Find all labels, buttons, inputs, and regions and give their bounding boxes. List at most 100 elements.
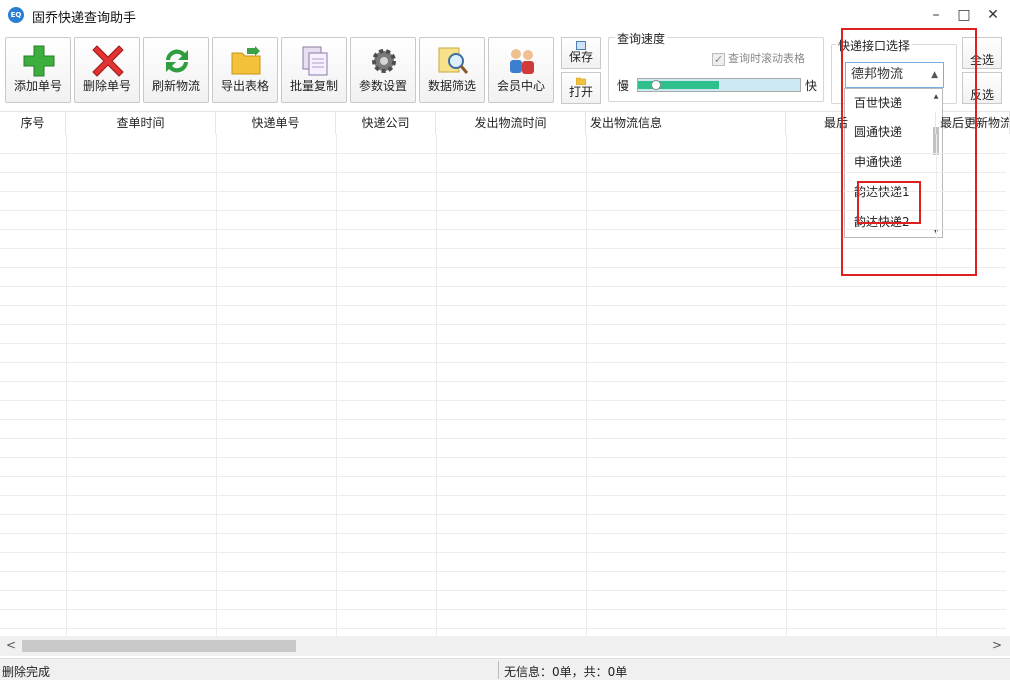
delete-number-button[interactable]: 删除单号: [74, 37, 140, 103]
folder-export-icon: [231, 46, 261, 75]
courier-api-selected-value: 德邦物流: [851, 67, 904, 82]
table-row: [0, 514, 1006, 515]
column-divider: [336, 134, 337, 636]
data-filter-label: 数据筛选: [427, 79, 476, 93]
refresh-logistics-label: 刷新物流: [151, 79, 200, 93]
member-center-label: 会员中心: [496, 79, 545, 93]
column-divider: [936, 134, 937, 636]
column-divider: [786, 134, 787, 636]
table-row: [0, 305, 1006, 306]
scroll-right-icon[interactable]: >: [992, 638, 1002, 652]
column-divider: [66, 134, 67, 636]
table-row: [0, 267, 1006, 268]
table-row: [0, 172, 1006, 173]
status-bar: 删除完成 无信息：0单，共：0单: [0, 658, 1010, 680]
column-header[interactable]: 发出物流信息: [586, 112, 786, 134]
add-number-label: 添加单号: [13, 79, 62, 93]
batch-copy-button[interactable]: 批量复制: [281, 37, 347, 103]
courier-api-select[interactable]: 德邦物流 ▲: [845, 62, 944, 88]
status-summary: 无信息：0单，共：0单: [504, 665, 628, 679]
table-row: [0, 552, 1006, 553]
add-number-button[interactable]: 添加单号: [5, 37, 71, 103]
export-table-label: 导出表格: [220, 79, 269, 93]
table-row: [0, 590, 1006, 591]
table-row: [0, 153, 1006, 154]
users-icon: [510, 49, 534, 74]
scroll-left-icon[interactable]: <: [6, 638, 16, 652]
table-row: [0, 381, 1006, 382]
delete-x-icon: [92, 45, 124, 77]
table-row: [0, 343, 1006, 344]
horizontal-scrollbar[interactable]: < >: [0, 636, 1010, 656]
column-divider: [436, 134, 437, 636]
fast-label: 快: [805, 79, 818, 93]
table-row: [0, 438, 1006, 439]
batch-copy-label: 批量复制: [289, 79, 338, 93]
copy-icon: [302, 46, 328, 76]
close-button[interactable]: ✕: [983, 5, 1003, 25]
checkbox-check-icon: ✓: [712, 52, 725, 66]
gear-icon: [372, 49, 396, 73]
table-row: [0, 609, 1006, 610]
table-row: [0, 400, 1006, 401]
column-header[interactable]: 最后: [786, 112, 936, 134]
query-speed-group-label: 查询速度: [615, 30, 668, 47]
member-center-button[interactable]: 会员中心: [488, 37, 554, 103]
dropdown-arrow-icon[interactable]: ▲: [931, 63, 938, 87]
settings-label: 参数设置: [358, 79, 407, 93]
column-header[interactable]: 快递公司: [336, 112, 436, 134]
save-button[interactable]: 保存: [561, 37, 601, 69]
window-title: 固乔快递查询助手: [32, 11, 137, 26]
column-divider: [216, 134, 217, 636]
invert-selection-label: 反选: [969, 88, 994, 102]
column-header[interactable]: 快递单号: [216, 112, 336, 134]
results-table[interactable]: 序号 查单时间 快递单号 快递公司 发出物流时间 发出物流信息 最后 最后更新物…: [0, 112, 1010, 636]
table-row: [0, 571, 1006, 572]
column-header[interactable]: 最后更新物流: [936, 112, 1010, 134]
speed-slider[interactable]: [637, 78, 801, 92]
invert-selection-button[interactable]: 反选: [962, 72, 1002, 104]
refresh-icon: [166, 49, 188, 73]
plus-icon: [23, 45, 55, 77]
data-filter-button[interactable]: 数据筛选: [419, 37, 485, 103]
column-header[interactable]: 序号: [0, 112, 66, 134]
export-table-button[interactable]: 导出表格: [212, 37, 278, 103]
magnifier-icon: [438, 47, 469, 74]
horizontal-scroll-thumb[interactable]: [22, 640, 296, 652]
maximize-button[interactable]: □: [954, 5, 974, 25]
scroll-table-label: 查询时滚动表格: [728, 52, 805, 65]
table-row: [0, 533, 1006, 534]
select-all-button[interactable]: 全选: [962, 37, 1002, 69]
table-row: [0, 419, 1006, 420]
table-row: [0, 210, 1006, 211]
column-header[interactable]: 发出物流时间: [436, 112, 586, 134]
status-message: 删除完成: [2, 665, 51, 679]
settings-button[interactable]: 参数设置: [350, 37, 416, 103]
table-row: [0, 324, 1006, 325]
scroll-up-icon[interactable]: ▲: [932, 93, 940, 100]
delete-number-label: 删除单号: [82, 79, 131, 93]
select-all-label: 全选: [969, 53, 994, 67]
courier-api-group-label: 快递接口选择: [836, 37, 913, 54]
refresh-logistics-button[interactable]: 刷新物流: [143, 37, 209, 103]
open-label: 打开: [568, 85, 593, 99]
slow-label: 慢: [617, 79, 630, 93]
column-divider: [586, 134, 587, 636]
minimize-button[interactable]: –: [926, 5, 946, 25]
speed-slider-thumb[interactable]: [651, 80, 661, 90]
save-label: 保存: [568, 50, 593, 64]
dropdown-option[interactable]: 百世快递: [854, 94, 902, 111]
table-row: [0, 476, 1006, 477]
table-row: [0, 191, 1006, 192]
status-divider: [498, 661, 499, 679]
query-speed-group: 查询速度 ✓ 查询时滚动表格 慢 快: [608, 30, 824, 102]
column-header[interactable]: 查单时间: [66, 112, 216, 134]
table-row: [0, 248, 1006, 249]
title-bar: EQ 固乔快递查询助手 – □ ✕: [0, 0, 1010, 30]
table-row: [0, 495, 1006, 496]
table-row: [0, 286, 1006, 287]
save-icon: [576, 41, 586, 50]
scroll-table-checkbox[interactable]: ✓ 查询时滚动表格: [712, 50, 805, 66]
open-button[interactable]: 打开: [561, 72, 601, 104]
table-row: [0, 457, 1006, 458]
